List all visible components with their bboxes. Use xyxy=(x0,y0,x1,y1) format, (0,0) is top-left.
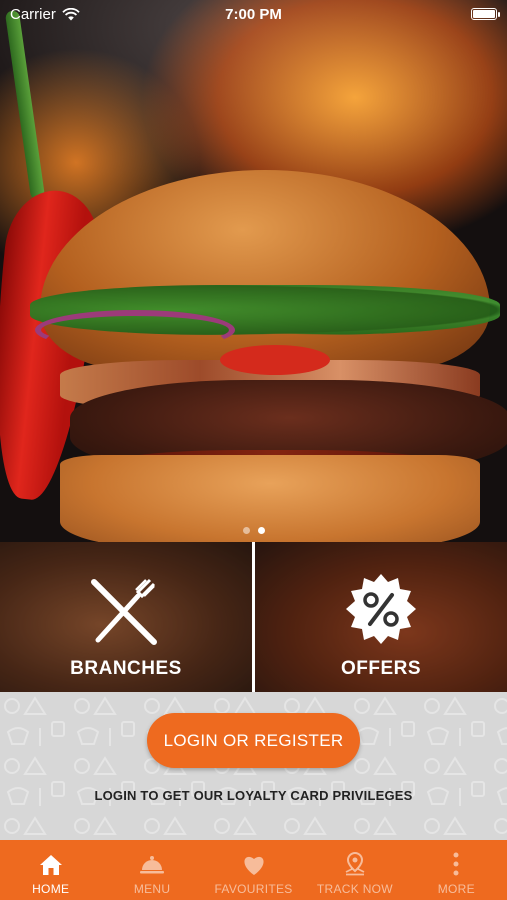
battery-icon xyxy=(471,8,500,20)
loyalty-caption: LOGIN TO GET OUR LOYALTY CARD PRIVILEGES xyxy=(94,788,413,803)
chili-stem-image xyxy=(4,9,46,201)
heart-icon xyxy=(243,856,264,875)
tab-track-now[interactable]: TRACK NOW xyxy=(304,840,405,900)
wifi-icon xyxy=(62,7,80,20)
percent-badge-icon xyxy=(346,574,416,644)
burger-tomato-image xyxy=(220,345,330,375)
cloche-icon xyxy=(140,856,165,874)
tab-home-label: HOME xyxy=(32,882,70,896)
login-section: LOGIN OR REGISTER LOGIN TO GET OUR LOYAL… xyxy=(0,692,507,840)
tab-home[interactable]: HOME xyxy=(0,840,101,900)
tab-favourites[interactable]: FAVOURITES xyxy=(203,840,304,900)
carousel-page-indicator[interactable] xyxy=(0,527,507,534)
more-dots-icon xyxy=(453,852,459,876)
status-bar: Carrier 7:00 PM xyxy=(0,0,507,28)
tab-track-now-label: TRACK NOW xyxy=(316,882,393,896)
tab-menu-label: MENU xyxy=(133,882,171,896)
tab-more-label: MORE xyxy=(437,882,475,896)
quick-links: BRANCHES OFFERS xyxy=(0,542,507,692)
tab-favourites-label: FAVOURITES xyxy=(214,882,293,896)
burger-onion-image xyxy=(35,310,235,350)
home-icon xyxy=(39,855,62,875)
location-pin-icon xyxy=(345,852,365,876)
branches-tile[interactable]: BRANCHES xyxy=(0,542,252,692)
hero-banner[interactable] xyxy=(0,0,507,542)
fork-knife-icon xyxy=(91,578,157,645)
carrier-label: Carrier xyxy=(10,5,56,23)
carousel-dot-2[interactable] xyxy=(257,527,265,534)
bottom-tab-bar: HOME MENU FAVOURITES TRACK NOW MORE xyxy=(0,840,507,900)
branches-label: BRANCHES xyxy=(70,658,182,679)
tab-menu[interactable]: MENU xyxy=(101,840,202,900)
carousel-dot-1[interactable] xyxy=(242,527,250,534)
login-register-button[interactable]: LOGIN OR REGISTER xyxy=(147,713,360,768)
tab-more[interactable]: MORE xyxy=(406,840,507,900)
offers-tile[interactable]: OFFERS xyxy=(255,542,507,692)
offers-label: OFFERS xyxy=(340,658,422,679)
